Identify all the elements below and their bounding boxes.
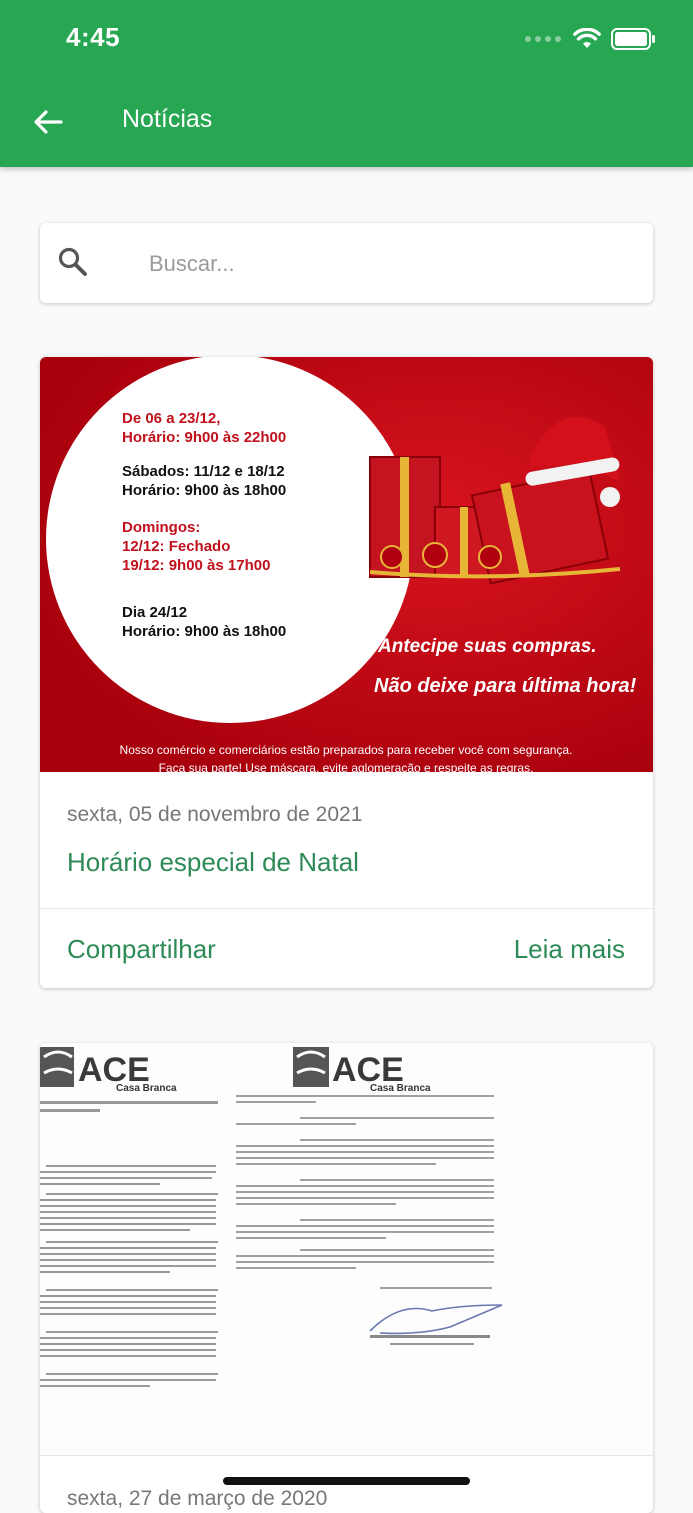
banner-footer: Nosso comércio e comerciários estão prep… xyxy=(120,743,573,757)
app-bar: 4:45 Notícias xyxy=(0,0,693,167)
news-date: sexta, 05 de novembro de 2021 xyxy=(67,803,363,826)
news-title[interactable]: Horário especial de Natal xyxy=(67,847,359,878)
search-bar[interactable] xyxy=(40,223,653,303)
banner-text: 19/12: 9h00 às 17h00 xyxy=(122,557,270,574)
news-image[interactable]: ACE Casa Branca ACE Casa Branca xyxy=(40,1043,653,1455)
banner-text: 12/12: Fechado xyxy=(122,538,230,555)
banner-text: Domingos: xyxy=(122,519,200,536)
arrow-left-icon xyxy=(34,110,63,134)
banner-slogan: Antecipe suas compras. xyxy=(377,636,597,657)
signal-icon xyxy=(525,36,561,42)
news-card[interactable]: De 06 a 23/12, Horário: 9h00 às 22h00 Sá… xyxy=(40,357,653,988)
banner-text: Horário: 9h00 às 18h00 xyxy=(122,482,286,499)
christmas-banner: De 06 a 23/12, Horário: 9h00 às 22h00 Sá… xyxy=(40,357,653,772)
banner-text: De 06 a 23/12, xyxy=(122,410,220,427)
status-time: 4:45 xyxy=(66,22,121,52)
divider xyxy=(40,908,653,909)
share-button[interactable]: Compartilhar xyxy=(67,934,216,965)
read-more-button[interactable]: Leia mais xyxy=(514,934,625,965)
page-title: Notícias xyxy=(122,105,213,133)
back-button[interactable] xyxy=(26,100,70,144)
logo-sub: Casa Branca xyxy=(116,1083,177,1094)
letter-document-image: ACE Casa Branca ACE Casa Branca xyxy=(40,1043,653,1455)
banner-text: Horário: 9h00 às 18h00 xyxy=(122,623,286,640)
news-image[interactable]: De 06 a 23/12, Horário: 9h00 às 22h00 Sá… xyxy=(40,357,653,772)
home-indicator[interactable] xyxy=(223,1477,470,1485)
search-icon xyxy=(58,247,87,276)
banner-text: Dia 24/12 xyxy=(122,604,187,621)
search-input[interactable] xyxy=(147,241,631,287)
banner-slogan: Não deixe para última hora! xyxy=(374,675,637,697)
svg-text:Casa Branca: Casa Branca xyxy=(370,1083,431,1094)
news-date: sexta, 27 de março de 2020 xyxy=(67,1487,328,1510)
status-icons xyxy=(525,24,657,54)
wifi-icon xyxy=(573,28,601,48)
banner-text: Horário: 9h00 às 22h00 xyxy=(122,429,286,446)
battery-icon xyxy=(611,28,655,50)
banner-footer: Faça sua parte! Use máscara, evite aglom… xyxy=(159,761,534,772)
banner-text: Sábados: 11/12 e 18/12 xyxy=(122,463,285,480)
divider xyxy=(40,1455,653,1456)
news-card[interactable]: ACE Casa Branca ACE Casa Branca sexta, 2… xyxy=(40,1043,653,1513)
